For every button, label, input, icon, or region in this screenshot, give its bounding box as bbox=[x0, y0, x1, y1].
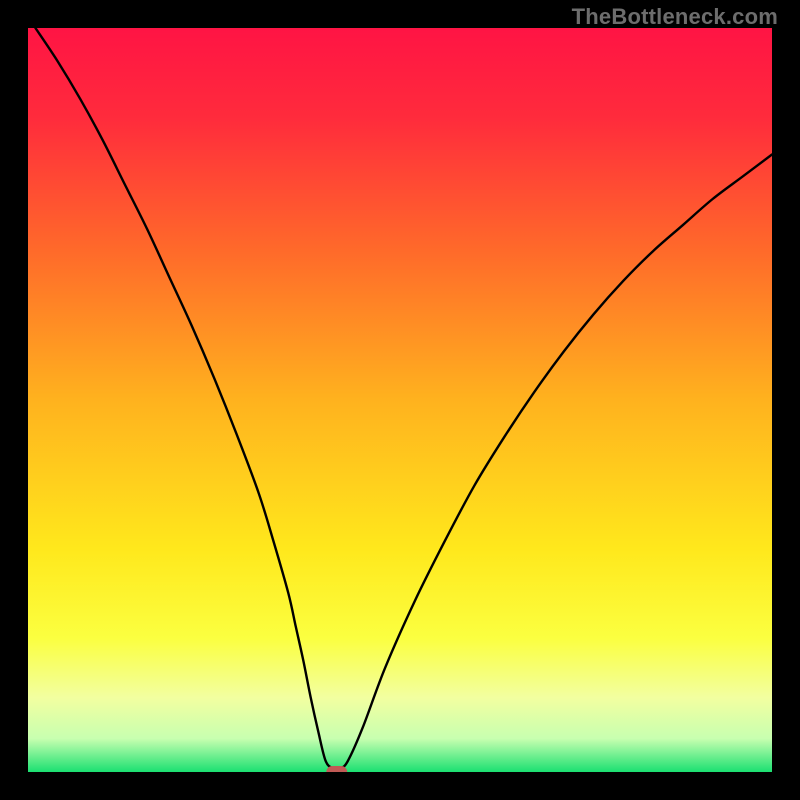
plot-area bbox=[28, 28, 772, 772]
outer-frame: TheBottleneck.com bbox=[0, 0, 800, 800]
optimum-marker bbox=[326, 766, 347, 772]
bottleneck-chart bbox=[28, 28, 772, 772]
chart-background bbox=[28, 28, 772, 772]
watermark-text: TheBottleneck.com bbox=[572, 4, 778, 30]
